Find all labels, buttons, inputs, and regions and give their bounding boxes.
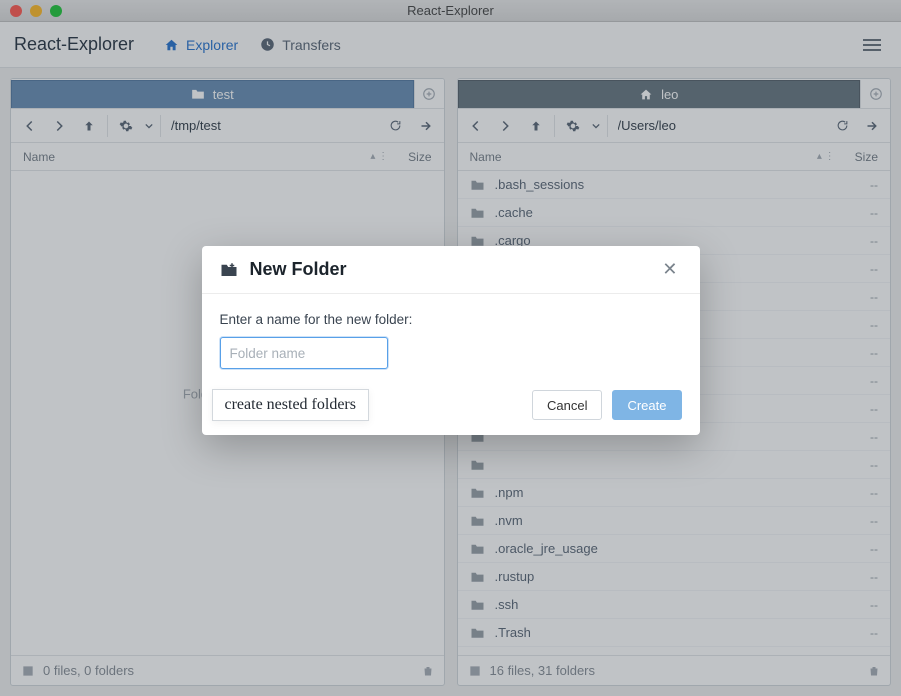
nested-folders-tooltip: create nested folders [212, 389, 369, 421]
cancel-button[interactable]: Cancel [532, 390, 602, 420]
modal-label: Enter a name for the new folder: [220, 312, 682, 327]
modal-title-text: New Folder [250, 259, 347, 280]
new-folder-icon [220, 262, 238, 278]
modal-header: New Folder ✕ [202, 246, 700, 294]
folder-name-input[interactable] [220, 337, 388, 369]
modal-close-button[interactable]: ✕ [658, 255, 681, 284]
create-button[interactable]: Create [612, 390, 681, 420]
new-folder-modal: New Folder ✕ Enter a name for the new fo… [202, 246, 700, 435]
